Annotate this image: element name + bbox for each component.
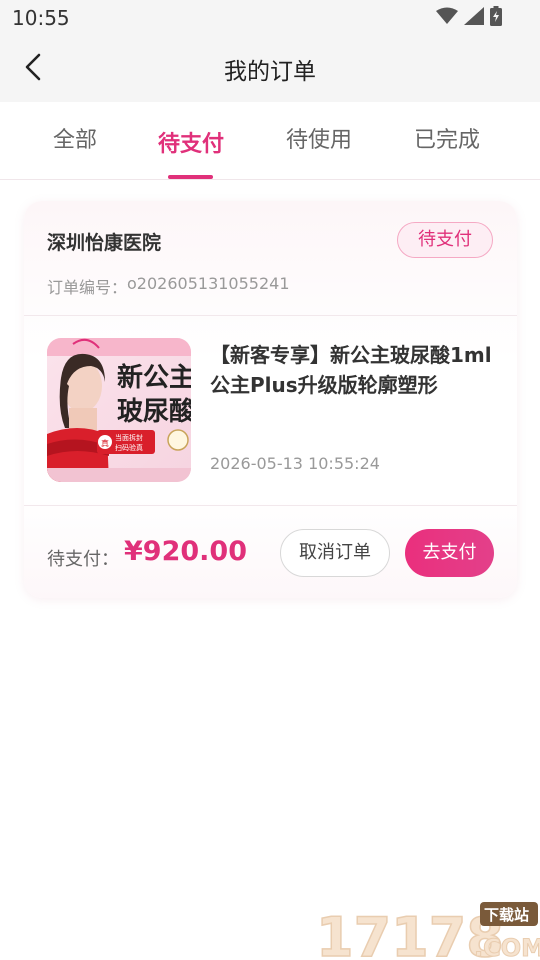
tab-all[interactable]: 全部 — [20, 122, 130, 154]
order-time: 2026-05-13 10:55:24 — [210, 454, 380, 473]
battery-charging-icon — [490, 6, 502, 30]
divider — [24, 315, 517, 316]
order-number-label: 订单编号： — [47, 278, 128, 297]
tab-to-use[interactable]: 待使用 — [264, 122, 374, 154]
status-bar: 10:55 — [0, 0, 540, 36]
product-image-line1: 新公主 — [117, 362, 191, 393]
status-time: 10:55 — [12, 6, 70, 30]
seal-text: 真 — [101, 438, 109, 448]
order-number: 订单编号： o202605131055241 — [47, 274, 290, 298]
status-badge: 待支付 — [397, 222, 493, 258]
status-icons — [436, 6, 502, 30]
badge-line2: 扫码验真 — [115, 443, 143, 452]
order-card[interactable]: 深圳怡康医院 待支付 订单编号： o202605131055241 新公主 玻尿… — [24, 201, 517, 598]
wifi-icon — [436, 7, 458, 29]
order-number-value: o202605131055241 — [127, 274, 290, 293]
tab-completed[interactable]: 已完成 — [392, 122, 502, 154]
page-title: 我的订单 — [224, 59, 316, 85]
product-image-line2: 玻尿酸 — [117, 397, 191, 427]
pay-label: 待支付： — [47, 549, 119, 570]
watermark-logo: 17178 下载站 .COM — [315, 898, 540, 960]
signal-icon — [464, 7, 484, 29]
hospital-name: 深圳怡康医院 — [47, 232, 162, 254]
tab-pending-payment[interactable]: 待支付 — [136, 126, 246, 158]
cancel-order-button[interactable]: 取消订单 — [280, 529, 390, 577]
badge-line1: 当面拆封 — [115, 433, 143, 442]
order-tabs: 全部 待支付 待使用 已完成 — [0, 102, 540, 180]
active-tab-indicator — [168, 175, 213, 179]
divider — [24, 505, 517, 506]
watermark-suffix: .COM — [474, 934, 540, 960]
app-bar: 我的订单 — [0, 36, 540, 102]
pay-button[interactable]: 去支付 — [405, 529, 494, 577]
watermark-badge: 下载站 — [484, 906, 529, 924]
product-image[interactable]: 新公主 玻尿酸 真 当面拆封 扫码验真 — [47, 338, 191, 482]
product-title: 【新客专享】新公主玻尿酸1ml公主Plus升级版轮廓塑形 — [210, 343, 492, 397]
price: ¥920.00 — [124, 536, 247, 567]
